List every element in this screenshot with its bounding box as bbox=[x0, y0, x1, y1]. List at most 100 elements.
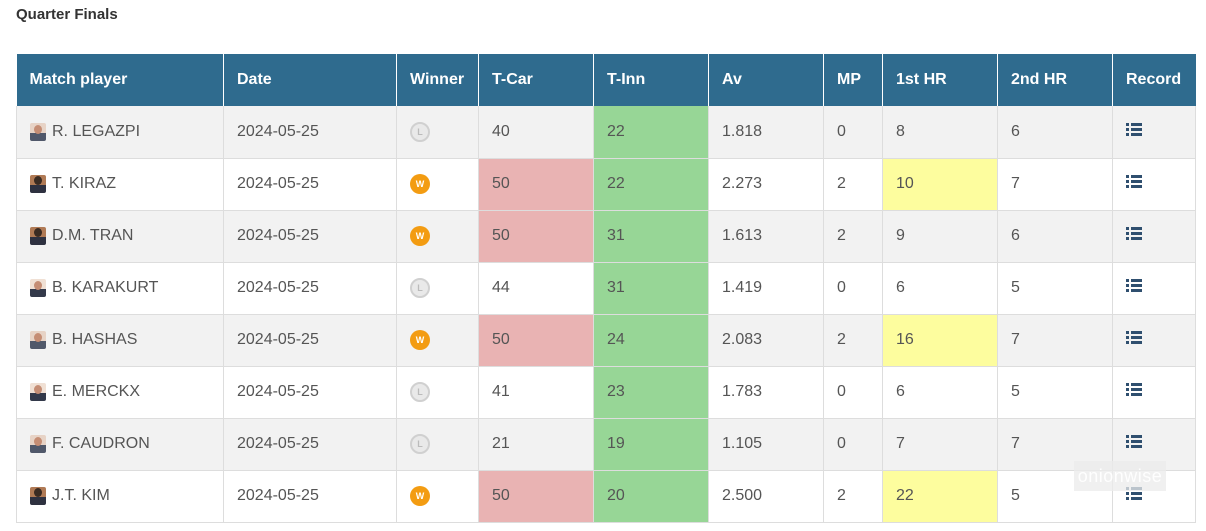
list-icon[interactable] bbox=[1126, 435, 1142, 448]
record-cell bbox=[1112, 106, 1196, 159]
col-header-av[interactable]: Av bbox=[708, 54, 824, 106]
player-name[interactable]: T. KIRAZ bbox=[52, 175, 116, 193]
date-cell: 2024-05-25 bbox=[223, 417, 397, 471]
loss-badge-icon: L bbox=[410, 434, 430, 454]
hr1-cell: 9 bbox=[882, 209, 998, 263]
col-header-date[interactable]: Date bbox=[223, 54, 397, 106]
results-table: Match player Date Winner T-Car T-Inn Av … bbox=[16, 54, 1196, 523]
list-icon[interactable] bbox=[1126, 331, 1142, 344]
date-cell: 2024-05-25 bbox=[223, 209, 397, 263]
player-cell[interactable]: J.T. KIM bbox=[16, 470, 224, 523]
hr1-cell: 22 bbox=[882, 470, 998, 523]
player-cell[interactable]: B. HASHAS bbox=[16, 313, 224, 367]
hr1-cell: 6 bbox=[882, 366, 998, 419]
winner-cell: W bbox=[396, 470, 479, 523]
table-row: B. KARAKURT 2024-05-25 L 44 31 1.419 0 6… bbox=[16, 262, 1196, 315]
col-header-winner[interactable]: Winner bbox=[396, 54, 479, 106]
player-cell[interactable]: B. KARAKURT bbox=[16, 262, 224, 315]
player-name[interactable]: D.M. TRAN bbox=[52, 227, 133, 245]
win-badge-icon: W bbox=[410, 330, 430, 350]
tcar-cell: 50 bbox=[478, 158, 594, 211]
mp-cell: 0 bbox=[823, 366, 883, 419]
loss-badge-icon: L bbox=[410, 382, 430, 402]
mp-cell: 0 bbox=[823, 262, 883, 315]
player-cell[interactable]: D.M. TRAN bbox=[16, 209, 224, 263]
tcar-cell: 50 bbox=[478, 313, 594, 367]
player-name[interactable]: J.T. KIM bbox=[52, 487, 110, 505]
player-avatar bbox=[30, 383, 46, 401]
player-cell[interactable]: T. KIRAZ bbox=[16, 158, 224, 211]
player-avatar bbox=[30, 175, 46, 193]
tinn-cell: 22 bbox=[593, 158, 709, 211]
player-cell[interactable]: E. MERCKX bbox=[16, 366, 224, 419]
av-cell: 1.419 bbox=[708, 262, 824, 315]
mp-cell: 2 bbox=[823, 158, 883, 211]
date-cell: 2024-05-25 bbox=[223, 262, 397, 315]
hr1-cell: 6 bbox=[882, 262, 998, 315]
col-header-match-player[interactable]: Match player bbox=[16, 54, 224, 106]
col-header-1st-hr[interactable]: 1st HR bbox=[882, 54, 998, 106]
date-cell: 2024-05-25 bbox=[223, 106, 397, 159]
player-name[interactable]: E. MERCKX bbox=[52, 383, 140, 401]
av-cell: 1.818 bbox=[708, 106, 824, 159]
list-icon[interactable] bbox=[1126, 279, 1142, 292]
record-cell bbox=[1112, 313, 1196, 367]
player-name[interactable]: B. HASHAS bbox=[52, 331, 137, 349]
hr2-cell: 5 bbox=[997, 262, 1113, 315]
tinn-cell: 24 bbox=[593, 313, 709, 367]
col-header-tcar[interactable]: T-Car bbox=[478, 54, 594, 106]
tinn-cell: 31 bbox=[593, 209, 709, 263]
section-title: Quarter Finals bbox=[16, 6, 118, 23]
mp-cell: 2 bbox=[823, 209, 883, 263]
hr2-cell: 6 bbox=[997, 106, 1113, 159]
win-badge-icon: W bbox=[410, 486, 430, 506]
date-cell: 2024-05-25 bbox=[223, 470, 397, 523]
winner-cell: L bbox=[396, 106, 479, 159]
player-avatar bbox=[30, 331, 46, 349]
col-header-tinn[interactable]: T-Inn bbox=[593, 54, 709, 106]
player-avatar bbox=[30, 487, 46, 505]
winner-cell: L bbox=[396, 366, 479, 419]
tinn-cell: 22 bbox=[593, 106, 709, 159]
player-cell[interactable]: F. CAUDRON bbox=[16, 417, 224, 471]
tcar-cell: 21 bbox=[478, 417, 594, 471]
col-header-mp[interactable]: MP bbox=[823, 54, 883, 106]
winner-cell: W bbox=[396, 313, 479, 367]
win-badge-icon: W bbox=[410, 174, 430, 194]
table-row: J.T. KIM 2024-05-25 W 50 20 2.500 2 22 5 bbox=[16, 470, 1196, 523]
col-header-record[interactable]: Record bbox=[1112, 54, 1196, 106]
list-icon[interactable] bbox=[1126, 175, 1142, 188]
tinn-cell: 20 bbox=[593, 470, 709, 523]
tcar-cell: 40 bbox=[478, 106, 594, 159]
list-icon[interactable] bbox=[1126, 383, 1142, 396]
table-row: E. MERCKX 2024-05-25 L 41 23 1.783 0 6 5 bbox=[16, 366, 1196, 419]
player-avatar bbox=[30, 122, 46, 141]
winner-cell: W bbox=[396, 209, 479, 263]
av-cell: 1.783 bbox=[708, 366, 824, 419]
winner-cell: L bbox=[396, 417, 479, 471]
player-name[interactable]: R. LEGAZPI bbox=[52, 123, 140, 141]
player-name[interactable]: F. CAUDRON bbox=[52, 435, 150, 453]
hr2-cell: 5 bbox=[997, 366, 1113, 419]
header-row: Match player Date Winner T-Car T-Inn Av … bbox=[16, 54, 1196, 106]
list-icon[interactable] bbox=[1126, 227, 1142, 240]
hr1-cell: 16 bbox=[882, 313, 998, 367]
tcar-cell: 50 bbox=[478, 209, 594, 263]
player-name[interactable]: B. KARAKURT bbox=[52, 279, 158, 297]
list-icon[interactable] bbox=[1126, 122, 1142, 136]
av-cell: 2.273 bbox=[708, 158, 824, 211]
hr1-cell: 10 bbox=[882, 158, 998, 211]
col-header-2nd-hr[interactable]: 2nd HR bbox=[997, 54, 1113, 106]
winner-cell: L bbox=[396, 262, 479, 315]
player-cell[interactable]: R. LEGAZPI bbox=[16, 106, 224, 159]
hr1-cell: 8 bbox=[882, 106, 998, 159]
mp-cell: 2 bbox=[823, 313, 883, 367]
av-cell: 2.083 bbox=[708, 313, 824, 367]
hr2-cell: 7 bbox=[997, 158, 1113, 211]
table-row: B. HASHAS 2024-05-25 W 50 24 2.083 2 16 … bbox=[16, 313, 1196, 367]
tcar-cell: 50 bbox=[478, 470, 594, 523]
win-badge-icon: W bbox=[410, 226, 430, 246]
loss-badge-icon: L bbox=[410, 278, 430, 298]
mp-cell: 0 bbox=[823, 417, 883, 471]
record-cell bbox=[1112, 209, 1196, 263]
